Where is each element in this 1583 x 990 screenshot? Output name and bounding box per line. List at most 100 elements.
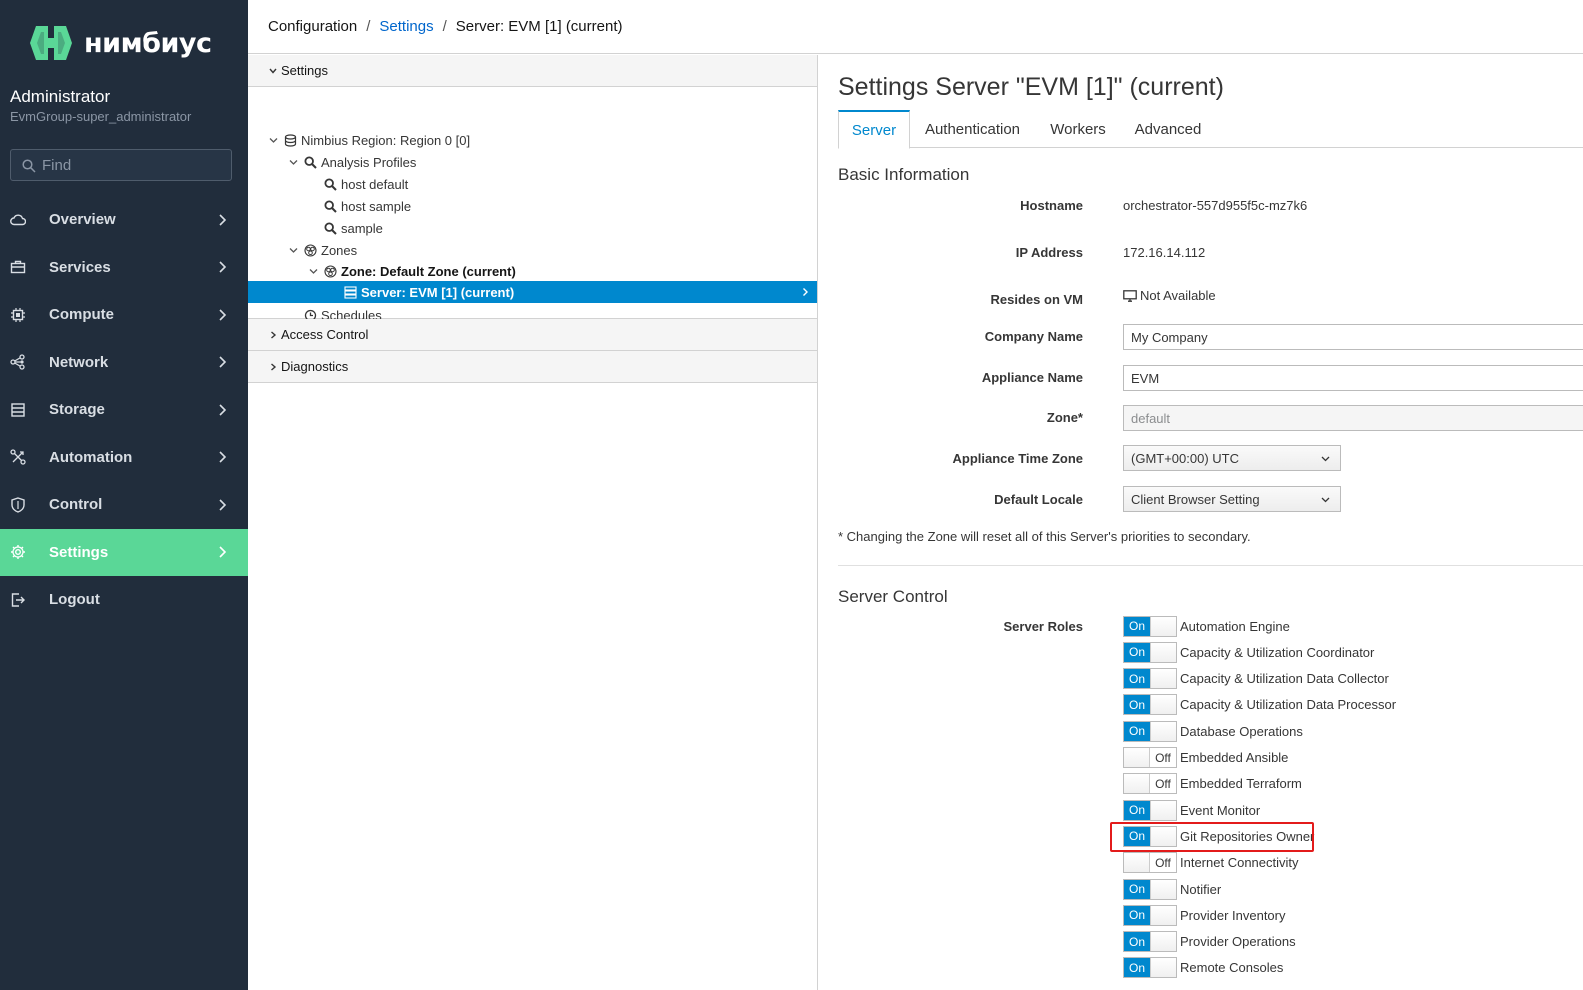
nav-item-services[interactable]: Services [0, 244, 248, 292]
tab-server[interactable]: Server [838, 110, 910, 149]
server-role-row: On Capacity & Utilization Data Processor [1123, 694, 1396, 716]
tab-authentication[interactable]: Authentication [915, 110, 1030, 148]
tree-node-host-sample[interactable]: host sample [324, 195, 411, 217]
role-toggle-switch[interactable]: On [1123, 720, 1177, 742]
tree-node-label: Server: EVM [1] (current) [361, 284, 515, 300]
gear-icon [10, 544, 26, 560]
role-toggle-switch[interactable]: On [1123, 668, 1177, 690]
breadcrumb-settings-link[interactable]: Settings [379, 18, 433, 35]
chevron-down-icon[interactable] [289, 246, 298, 255]
search-box [10, 149, 232, 181]
role-toggle-switch[interactable]: On [1123, 957, 1177, 979]
role-toggle-switch[interactable]: Off [1123, 852, 1177, 874]
role-toggle-switch[interactable]: On [1123, 694, 1177, 716]
breadcrumb-separator: / [442, 18, 447, 35]
server-role-row: On Provider Operations [1123, 931, 1296, 953]
time-zone-select[interactable]: (GMT+00:00) UTC [1123, 445, 1341, 471]
database-icon [10, 402, 26, 418]
appliance-name-label: Appliance Name [981, 370, 1083, 385]
toggle-on-label: On [1124, 616, 1150, 636]
nav-label: Services [49, 258, 111, 276]
settings-tree-panel: Settings Nimbius Region: Region 0 [0] An… [248, 55, 818, 990]
chevron-down-icon[interactable] [289, 158, 298, 167]
role-toggle-switch[interactable]: Off [1123, 747, 1177, 768]
tree-node-server-evm[interactable]: Server: EVM [1] (current) [344, 281, 514, 303]
nav-label: Automation [49, 448, 133, 466]
toggle-on-label: On [1124, 905, 1150, 925]
toggle-knob [1150, 642, 1176, 662]
role-label: Internet Connectivity [1180, 855, 1299, 871]
search-icon [324, 177, 337, 191]
zone-label: Zone* [1046, 410, 1083, 425]
default-locale-label: Default Locale [994, 492, 1083, 507]
section-divider [838, 565, 1583, 566]
nav-item-settings[interactable]: Settings [0, 528, 248, 576]
role-toggle-switch[interactable]: On [1123, 799, 1177, 821]
chevron-down-icon[interactable] [309, 267, 318, 276]
chevron-right-icon [219, 309, 227, 321]
server-role-row: On Provider Inventory [1123, 904, 1286, 926]
role-label: Capacity & Utilization Data Processor [1180, 697, 1397, 713]
nav-item-overview[interactable]: Overview [0, 196, 248, 244]
tab-workers[interactable]: Workers [1038, 110, 1118, 148]
toggle-on-label: On [1124, 642, 1150, 662]
tree-node-analysis-profiles[interactable]: Analysis Profiles [289, 151, 416, 173]
chevron-right-icon [219, 261, 227, 273]
tree-node-sample[interactable]: sample [324, 217, 383, 239]
role-toggle-switch[interactable]: On [1123, 931, 1177, 953]
database-icon [284, 133, 297, 147]
server-role-row: Off Embedded Terraform [1123, 773, 1302, 795]
server-role-row: On Database Operations [1123, 720, 1303, 742]
user-group: EvmGroup-super_administrator [10, 109, 192, 124]
role-toggle-switch[interactable]: On [1123, 615, 1177, 637]
company-name-input[interactable] [1123, 324, 1583, 350]
highlight-box [1110, 822, 1314, 852]
tree-node-zones[interactable]: Zones [289, 239, 357, 261]
role-toggle-switch[interactable]: On [1123, 904, 1177, 926]
toggle-knob [1150, 932, 1176, 952]
accordion-access-control[interactable]: Access Control [248, 319, 817, 351]
chevron-down-icon[interactable] [269, 136, 278, 145]
nav-item-storage[interactable]: Storage [0, 386, 248, 434]
brand-logo[interactable]: нимбиус [28, 22, 212, 64]
tree-node-label: host default [341, 176, 409, 192]
logout-icon [10, 592, 26, 608]
breadcrumb-separator: / [366, 18, 371, 35]
role-toggle-switch[interactable]: Off [1123, 773, 1177, 795]
chevron-right-icon [271, 331, 277, 339]
appliance-name-input[interactable] [1123, 365, 1583, 391]
chevron-down-icon [1321, 456, 1330, 462]
tree-node-region[interactable]: Nimbius Region: Region 0 [0] [269, 129, 470, 151]
nav-item-automation[interactable]: Automation [0, 434, 248, 482]
page-title: Settings Server "EVM [1]" (current) [838, 73, 1224, 101]
user-name[interactable]: Administrator [10, 87, 110, 107]
tab-advanced[interactable]: Advanced [1126, 110, 1210, 148]
nav-item-compute[interactable]: Compute [0, 291, 248, 339]
tree-node-default-zone[interactable]: Zone: Default Zone (current) [309, 260, 516, 282]
ip-address-value: 172.16.14.112 [1123, 245, 1206, 260]
nav-label: Network [49, 353, 109, 371]
company-name-label: Company Name [984, 329, 1083, 344]
nav-item-logout[interactable]: Logout [0, 576, 248, 624]
accordion-label: Access Control [281, 327, 369, 342]
tree-node-label: Nimbius Region: Region 0 [0] [301, 132, 471, 148]
role-label: Event Monitor [1180, 802, 1261, 818]
breadcrumb-configuration[interactable]: Configuration [268, 18, 357, 35]
search-input[interactable] [42, 150, 227, 180]
role-toggle-switch[interactable]: On [1123, 641, 1177, 663]
accordion-diagnostics[interactable]: Diagnostics [248, 351, 817, 383]
toggle-on-label: On [1124, 695, 1150, 715]
accordion-label: Settings [281, 63, 328, 78]
nav-item-network[interactable]: Network [0, 339, 248, 387]
default-locale-select[interactable]: Client Browser Setting [1123, 486, 1341, 512]
chevron-right-icon [219, 356, 227, 368]
accordion-settings[interactable]: Settings [248, 55, 817, 87]
chevron-right-icon [219, 404, 227, 416]
toggle-knob [1150, 905, 1176, 925]
tree-selected-row[interactable] [248, 281, 817, 303]
nav-item-control[interactable]: Control [0, 481, 248, 529]
role-toggle-switch[interactable]: On [1123, 878, 1177, 900]
toggle-knob [1150, 958, 1176, 978]
tree-node-host-default[interactable]: host default [324, 173, 408, 195]
toggle-knob [1150, 669, 1176, 689]
